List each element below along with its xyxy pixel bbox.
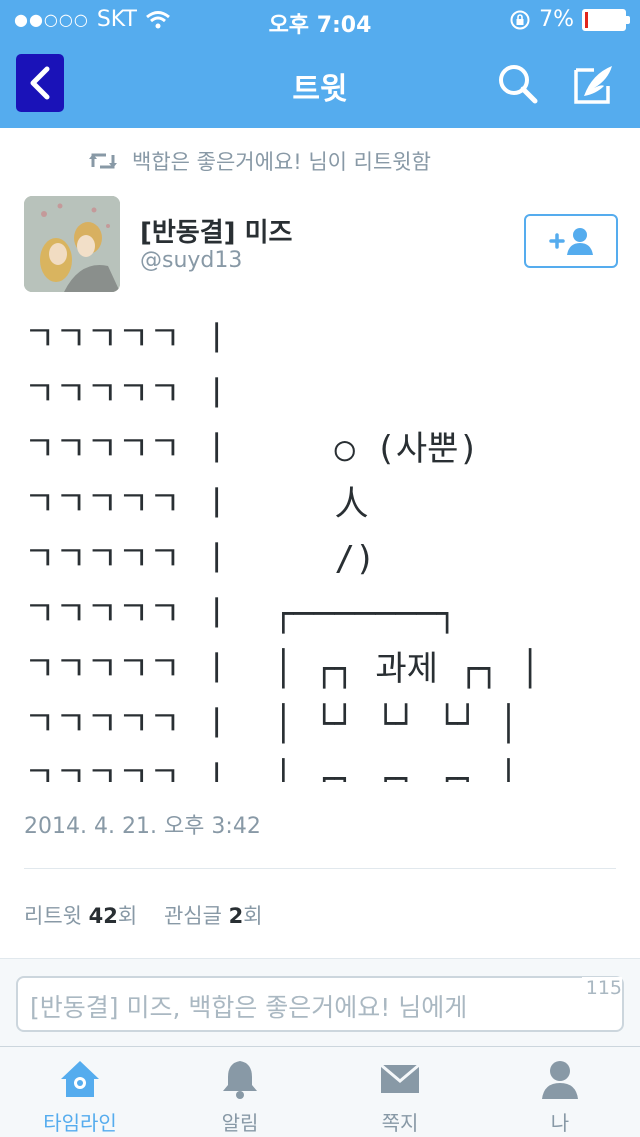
search-button[interactable] [496, 62, 540, 106]
tab-label: 알림 [221, 1111, 259, 1135]
add-user-icon [549, 228, 593, 255]
tab-messages[interactable]: 쪽지 [320, 1047, 480, 1137]
retweet-label: 리트윗 [24, 904, 82, 928]
search-icon [499, 65, 538, 104]
tab-bar: 타임라인 알림 쪽지 나 [0, 1046, 640, 1137]
avatar-image [24, 196, 120, 292]
envelope-icon [380, 1063, 420, 1093]
reply-bar: [반동결] 미즈, 백합은 좋은거에요! 님에게 115 [0, 958, 640, 1047]
orientation-lock-icon [510, 10, 530, 29]
avatar[interactable] [24, 196, 120, 292]
retweet-icon [89, 153, 117, 169]
status-bar: ●●○○○ SKT 오후 7:04 7% [0, 0, 640, 40]
battery-percent: 7% [539, 7, 574, 32]
favorite-unit: 회 [243, 904, 263, 928]
author-handle[interactable]: @suyd13 [140, 248, 242, 273]
tweet-text: ㄱㄱㄱㄱㄱ ㅣ ㄱㄱㄱㄱㄱ ㅣ ㄱㄱㄱㄱㄱ ㅣ ○ (사뿐) ㄱㄱㄱㄱㄱ ㅣ 人… [24, 319, 541, 782]
reply-input[interactable]: [반동결] 미즈, 백합은 좋은거에요! 님에게 [16, 976, 624, 1032]
follow-button[interactable] [524, 214, 618, 268]
compose-tweet-icon [574, 66, 612, 104]
retweet-context[interactable]: 백합은 좋은거에요! 님이 리트윗함 [88, 146, 431, 176]
profile-icon [542, 1061, 578, 1099]
tab-label: 나 [550, 1111, 570, 1135]
retweet-count: 42 [88, 904, 118, 928]
favorite-label: 관심글 [163, 904, 222, 928]
retweet-context-text: 백합은 좋은거에요! 님이 리트윗함 [132, 150, 431, 174]
tab-timeline[interactable]: 타임라인 [0, 1047, 160, 1137]
retweet-unit: 회 [117, 904, 138, 928]
author-name[interactable]: [반동결] 미즈 [140, 212, 292, 249]
favorites-stat[interactable]: 관심글 2회 [164, 904, 263, 928]
tab-notifications[interactable]: 알림 [160, 1047, 320, 1137]
reply-placeholder: [반동결] 미즈, 백합은 좋은거에요! 님에게 [30, 993, 468, 1022]
battery-icon [582, 8, 630, 31]
status-right: 7% [509, 7, 630, 32]
tab-me[interactable]: 나 [480, 1047, 640, 1137]
battery-level [585, 11, 588, 28]
reply-char-count: 115 [581, 977, 622, 999]
tweet-timestamp: 2014. 4. 21. 오후 3:42 [24, 814, 261, 839]
home-icon [61, 1061, 99, 1097]
tab-label: 타임라인 [43, 1111, 117, 1135]
nav-bar: 트윗 [0, 40, 640, 128]
compose-button[interactable] [572, 62, 616, 106]
tab-label: 쪽지 [381, 1111, 419, 1135]
retweets-stat[interactable]: 리트윗 42회 [24, 904, 144, 928]
favorite-count: 2 [228, 904, 244, 928]
bell-icon [223, 1061, 257, 1099]
tweet-stats: 리트윗 42회 관심글 2회 [24, 900, 263, 930]
page-title: 트윗 [292, 72, 348, 107]
divider [24, 868, 616, 869]
